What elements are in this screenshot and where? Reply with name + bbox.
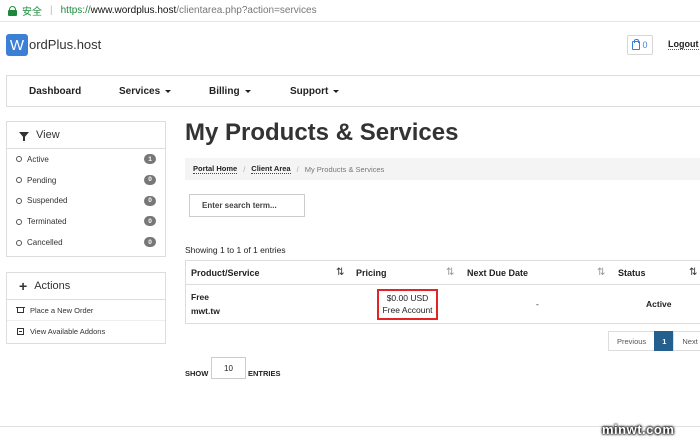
nav-billing-label: Billing xyxy=(209,86,240,97)
nav-services[interactable]: Services xyxy=(119,86,172,97)
cart-button[interactable]: 0 xyxy=(627,35,653,55)
table-row[interactable]: Free mwt.tw $0.00 USD Free Account - Act… xyxy=(186,285,700,324)
next-due-date: - xyxy=(536,299,539,309)
next-page-button[interactable]: Next xyxy=(673,331,700,351)
radio-icon xyxy=(16,239,22,246)
radio-icon xyxy=(16,197,22,204)
main-navbar: Dashboard Services Billing Support xyxy=(6,75,700,107)
logo-text[interactable]: ordPlus.host xyxy=(29,37,101,52)
billing-cycle: Free Account xyxy=(382,304,433,315)
view-panel: View Active 1 Pending 0 Suspended 0 Term… xyxy=(6,121,166,257)
column-pricing[interactable]: Pricing xyxy=(356,268,387,278)
logout-link[interactable]: Logout xyxy=(668,39,699,50)
secure-label: 安全 xyxy=(22,7,42,18)
view-addons-link[interactable]: View Available Addons xyxy=(7,321,165,342)
view-panel-title: View xyxy=(36,129,60,141)
entries-per-page-select[interactable]: 10 xyxy=(211,357,246,379)
column-next-due[interactable]: Next Due Date xyxy=(467,268,528,278)
url-host: www.wordplus.host xyxy=(90,5,177,16)
entries-label: ENTRIES xyxy=(248,369,281,378)
count-badge: 1 xyxy=(144,154,156,164)
address-separator: | xyxy=(50,5,53,16)
chevron-down-icon xyxy=(165,89,172,93)
entries-info: Showing 1 to 1 of 1 entries xyxy=(185,245,286,255)
radio-icon xyxy=(16,156,22,163)
lock-icon xyxy=(8,5,17,16)
nav-billing[interactable]: Billing xyxy=(209,86,251,97)
nav-services-label: Services xyxy=(119,86,161,97)
count-badge: 0 xyxy=(144,237,156,248)
filter-pending[interactable]: Pending 0 xyxy=(7,170,165,191)
watermark: minwt.com xyxy=(602,422,675,437)
breadcrumb-client-area[interactable]: Client Area xyxy=(251,164,291,174)
cart-icon xyxy=(16,306,25,313)
page-title: My Products & Services xyxy=(185,119,459,146)
column-product[interactable]: Product/Service xyxy=(191,268,260,278)
footer-divider xyxy=(0,426,700,427)
filter-label: Active xyxy=(27,154,49,164)
sort-icon[interactable]: ⇅ xyxy=(336,267,344,278)
url-protocol: https:// xyxy=(60,5,91,16)
nav-support[interactable]: Support xyxy=(290,86,340,97)
nav-dashboard[interactable]: Dashboard xyxy=(29,86,81,97)
actions-panel-header: + Actions xyxy=(7,273,165,300)
url-path: /clientarea.php?action=services xyxy=(176,5,317,16)
actions-panel: + Actions Place a New Order View Availab… xyxy=(6,272,166,344)
breadcrumb: Portal Home / Client Area / My Products … xyxy=(185,158,700,180)
view-panel-header: View xyxy=(7,122,165,149)
previous-page-button[interactable]: Previous xyxy=(608,331,656,351)
sort-icon[interactable]: ⇅ xyxy=(446,267,454,278)
pagination: Previous 1 Next xyxy=(608,331,700,351)
nav-support-label: Support xyxy=(290,86,329,97)
chevron-down-icon xyxy=(333,89,340,93)
search-input[interactable]: Enter search term... xyxy=(189,194,305,217)
radio-icon xyxy=(16,218,22,225)
chevron-down-icon xyxy=(244,89,251,93)
page-1-button[interactable]: 1 xyxy=(654,331,675,351)
filter-active[interactable]: Active 1 xyxy=(7,149,165,170)
place-new-order-link[interactable]: Place a New Order xyxy=(7,300,165,321)
table-header: Product/Service ⇅ Pricing ⇅ Next Due Dat… xyxy=(186,261,700,285)
filter-terminated[interactable]: Terminated 0 xyxy=(7,211,165,232)
services-table: Product/Service ⇅ Pricing ⇅ Next Due Dat… xyxy=(185,260,700,324)
product-domain: mwt.tw xyxy=(191,306,220,316)
actions-panel-title: Actions xyxy=(34,280,71,292)
breadcrumb-current: My Products & Services xyxy=(304,164,385,174)
sort-icon[interactable]: ⇅ xyxy=(597,267,605,278)
count-badge: 0 xyxy=(144,216,156,227)
action-label: View Available Addons xyxy=(30,327,106,336)
filter-label: Cancelled xyxy=(27,238,63,248)
filter-label: Terminated xyxy=(27,217,67,227)
filter-cancelled[interactable]: Cancelled 0 xyxy=(7,232,165,253)
breadcrumb-separator: / xyxy=(296,164,299,174)
show-label: SHOW xyxy=(185,369,209,378)
filter-label: Pending xyxy=(27,175,57,185)
action-label: Place a New Order xyxy=(30,305,94,315)
count-badge: 0 xyxy=(144,195,156,206)
addon-icon xyxy=(17,328,24,335)
column-status[interactable]: Status xyxy=(618,268,646,278)
nav-dashboard-label: Dashboard xyxy=(29,86,82,97)
filter-icon xyxy=(19,132,29,141)
shopping-bag-icon xyxy=(632,38,641,50)
plus-icon: + xyxy=(19,278,28,294)
product-name: Free xyxy=(191,292,209,302)
price-amount: $0.00 USD xyxy=(386,292,429,303)
filter-suspended[interactable]: Suspended 0 xyxy=(7,191,165,212)
filter-label: Suspended xyxy=(27,196,68,206)
breadcrumb-separator: / xyxy=(243,164,246,174)
breadcrumb-portal-home[interactable]: Portal Home xyxy=(193,164,238,174)
status-value: Active xyxy=(646,299,672,309)
address-bar[interactable]: 安全 | https:// www.wordplus.host /clienta… xyxy=(0,0,700,22)
price-highlight-box: $0.00 USD Free Account xyxy=(377,289,438,320)
cart-count: 0 xyxy=(642,40,648,50)
radio-icon xyxy=(16,177,22,184)
sort-icon[interactable]: ⇅ xyxy=(689,267,697,278)
logo-icon[interactable]: W xyxy=(6,34,28,56)
count-badge: 0 xyxy=(144,174,156,185)
